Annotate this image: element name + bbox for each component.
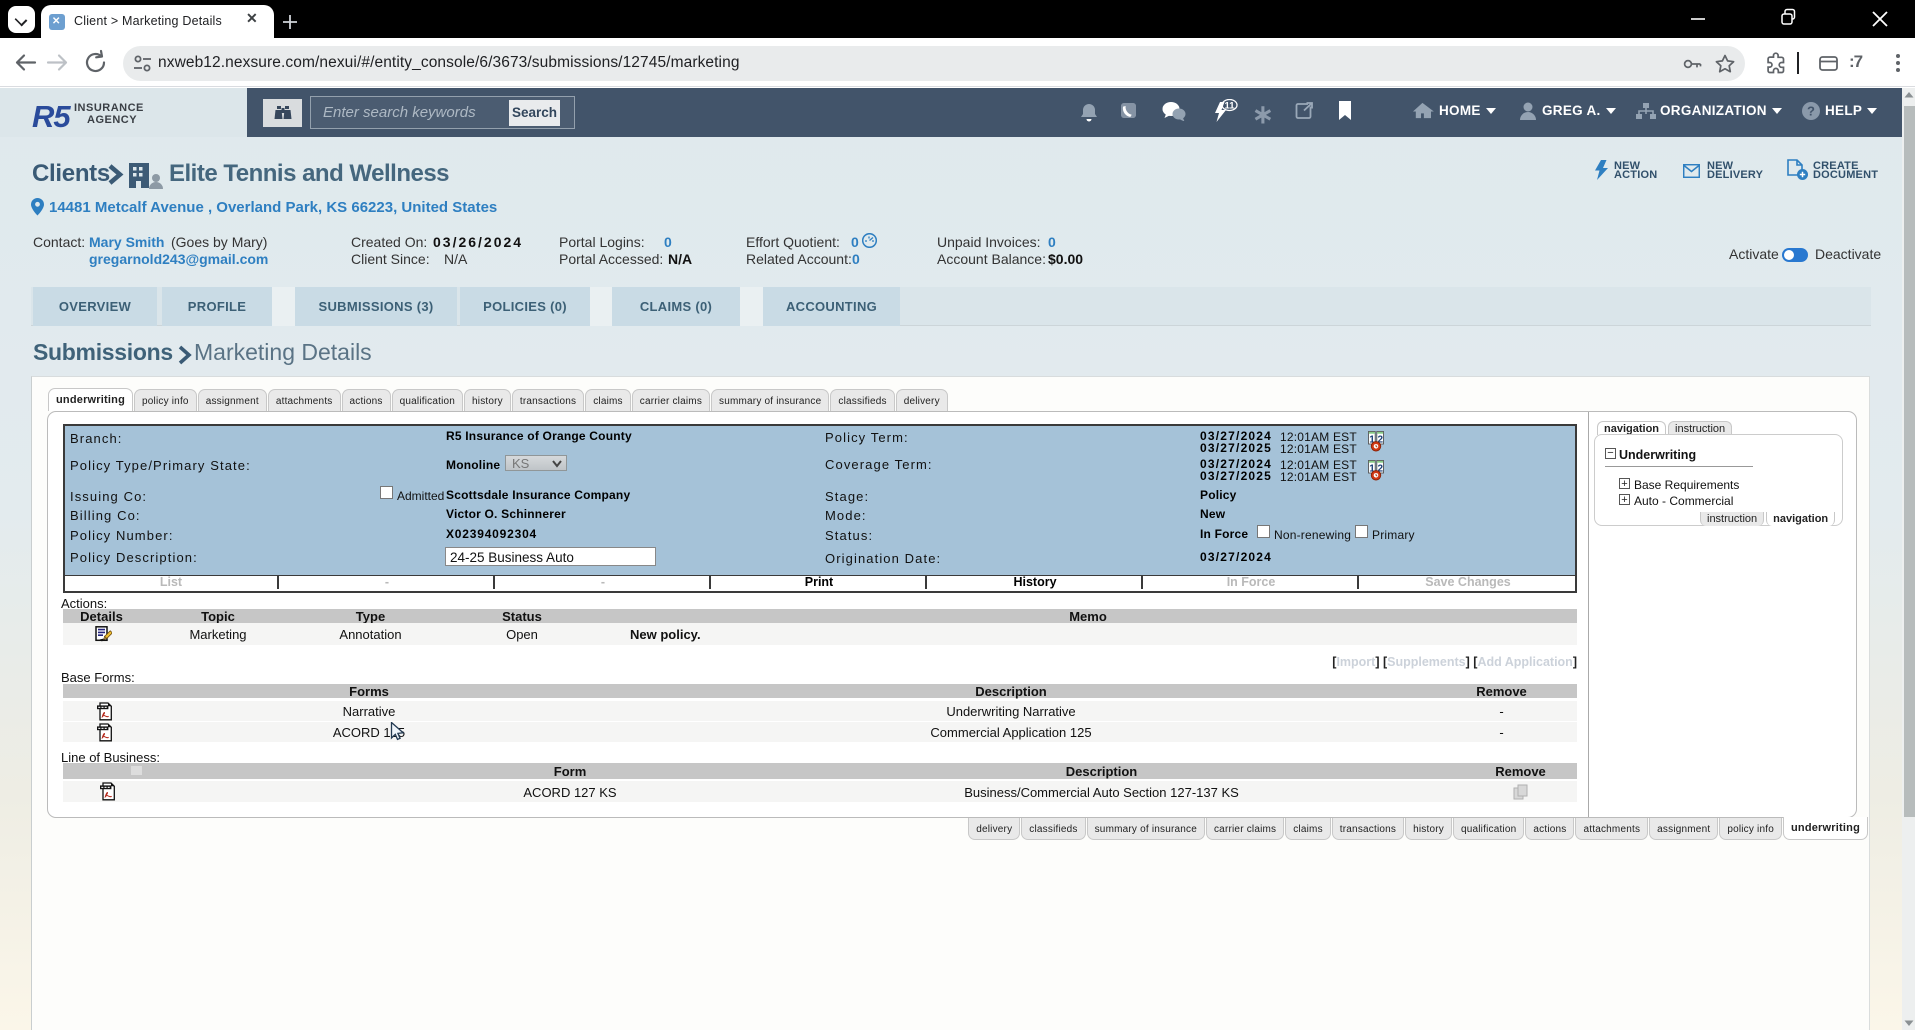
- svg-text:11: 11: [1224, 101, 1235, 112]
- svg-text:?: ?: [1807, 104, 1815, 119]
